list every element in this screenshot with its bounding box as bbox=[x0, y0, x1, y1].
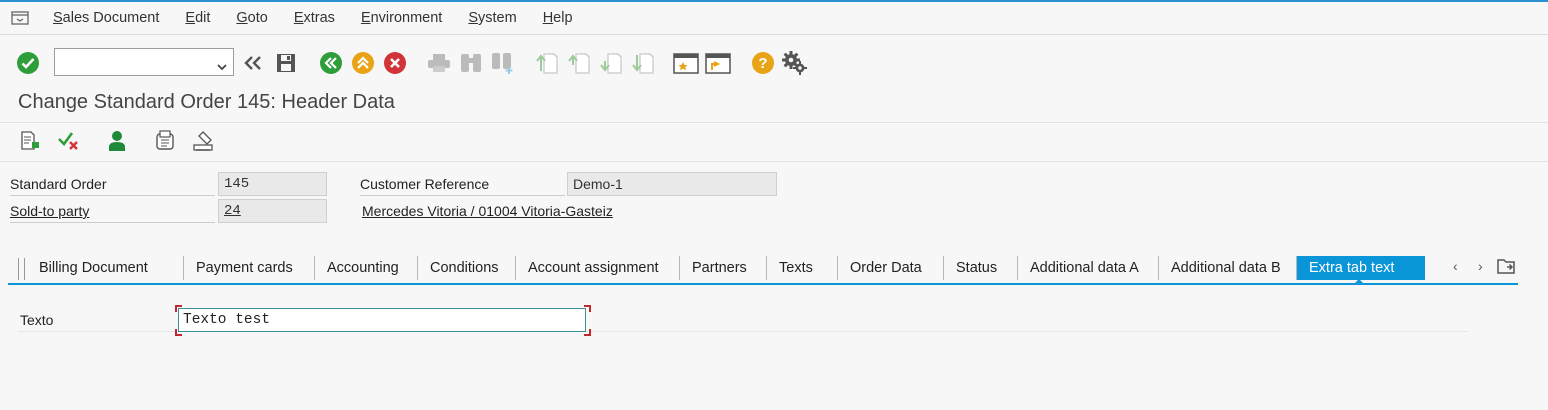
active-tab-indicator bbox=[1354, 279, 1364, 284]
first-page-icon bbox=[534, 50, 560, 76]
tab-partners[interactable]: Partners bbox=[680, 256, 767, 280]
standard-toolbar: ? bbox=[0, 44, 1548, 84]
texto-input[interactable]: Texto test bbox=[178, 308, 586, 332]
tab-conditions[interactable]: Conditions bbox=[418, 256, 516, 280]
tab-strip: Billing Document Payment cards Accountin… bbox=[18, 256, 1425, 280]
focus-corner-br bbox=[584, 329, 591, 336]
sold-to-party-field[interactable]: 24 bbox=[218, 199, 327, 223]
next-page-icon bbox=[598, 50, 624, 76]
toolbar-separator bbox=[0, 161, 1548, 162]
menu-icon[interactable] bbox=[0, 2, 40, 34]
cancel-icon[interactable] bbox=[382, 50, 408, 76]
print-icon bbox=[426, 50, 452, 76]
sold-to-party-address[interactable]: Mercedes Vitoria / 01004 Vitoria-Gasteiz bbox=[362, 200, 613, 222]
help-icon[interactable]: ? bbox=[750, 50, 776, 76]
menu-extras[interactable]: Extras bbox=[281, 10, 348, 26]
title-separator bbox=[0, 122, 1548, 123]
tab-additional-data-b[interactable]: Additional data B bbox=[1159, 256, 1297, 280]
menu-separator bbox=[0, 34, 1548, 35]
menu-help[interactable]: Help bbox=[530, 10, 586, 26]
tab-payment-cards[interactable]: Payment cards bbox=[184, 256, 315, 280]
tab-texts[interactable]: Texts bbox=[767, 256, 838, 280]
application-toolbar bbox=[0, 128, 400, 158]
save-icon[interactable] bbox=[273, 50, 299, 76]
menu-edit[interactable]: Edit bbox=[172, 10, 223, 26]
customize-layout-icon[interactable] bbox=[782, 50, 808, 76]
shortcut-icon[interactable] bbox=[705, 50, 731, 76]
tab-status[interactable]: Status bbox=[944, 256, 1018, 280]
focus-corner-tr bbox=[584, 305, 591, 312]
focus-corner-bl bbox=[175, 329, 182, 336]
last-page-icon bbox=[630, 50, 656, 76]
tab-account-assignment[interactable]: Account assignment bbox=[516, 256, 680, 280]
exit-icon[interactable] bbox=[350, 50, 376, 76]
tab-billing-document[interactable]: Billing Document bbox=[27, 256, 184, 280]
tab-underline bbox=[8, 283, 1518, 285]
find-next-icon bbox=[490, 50, 516, 76]
enter-icon[interactable] bbox=[15, 50, 41, 76]
create-session-icon[interactable] bbox=[673, 50, 699, 76]
tab-extra-tab-text[interactable]: Extra tab text bbox=[1297, 256, 1425, 280]
previous-page-icon bbox=[566, 50, 592, 76]
page-title: Change Standard Order 145: Header Data bbox=[18, 91, 395, 113]
chevron-down-icon[interactable] bbox=[217, 58, 227, 74]
display-doc-icon[interactable] bbox=[152, 128, 178, 154]
document-flow-icon[interactable] bbox=[17, 128, 43, 154]
menu-environment[interactable]: Environment bbox=[348, 10, 455, 26]
tab-list-icon[interactable] bbox=[1497, 258, 1515, 277]
customer-reference-field[interactable]: Demo-1 bbox=[567, 172, 777, 196]
find-icon bbox=[458, 50, 484, 76]
tab-scroll-right-icon[interactable]: › bbox=[1478, 258, 1483, 274]
standard-order-label: Standard Order bbox=[10, 173, 215, 196]
command-field[interactable] bbox=[54, 48, 234, 76]
menu-system[interactable]: System bbox=[455, 10, 529, 26]
tab-scroll-left-icon[interactable]: ‹ bbox=[1453, 258, 1458, 274]
tab-accounting[interactable]: Accounting bbox=[315, 256, 418, 280]
back-arrows-icon[interactable] bbox=[240, 50, 266, 76]
texto-label: Texto bbox=[20, 309, 176, 332]
menu-bar: Sales Document Edit Goto Extras Environm… bbox=[0, 2, 1548, 34]
status-overview-icon[interactable] bbox=[190, 128, 216, 154]
tab-order-data[interactable]: Order Data bbox=[838, 256, 944, 280]
menu-sales-document[interactable]: Sales Document bbox=[40, 10, 172, 26]
menu-goto[interactable]: Goto bbox=[223, 10, 280, 26]
back-icon[interactable] bbox=[318, 50, 344, 76]
standard-order-field[interactable]: 145 bbox=[218, 172, 327, 196]
sold-to-party-label[interactable]: Sold-to party bbox=[10, 200, 215, 223]
check-incomplete-icon[interactable] bbox=[56, 128, 82, 154]
focus-corner-tl bbox=[175, 305, 182, 312]
partner-icon[interactable] bbox=[104, 128, 130, 154]
customer-reference-label: Customer Reference bbox=[360, 173, 565, 196]
tab-strip-start bbox=[18, 258, 25, 280]
tab-additional-data-a[interactable]: Additional data A bbox=[1018, 256, 1159, 280]
